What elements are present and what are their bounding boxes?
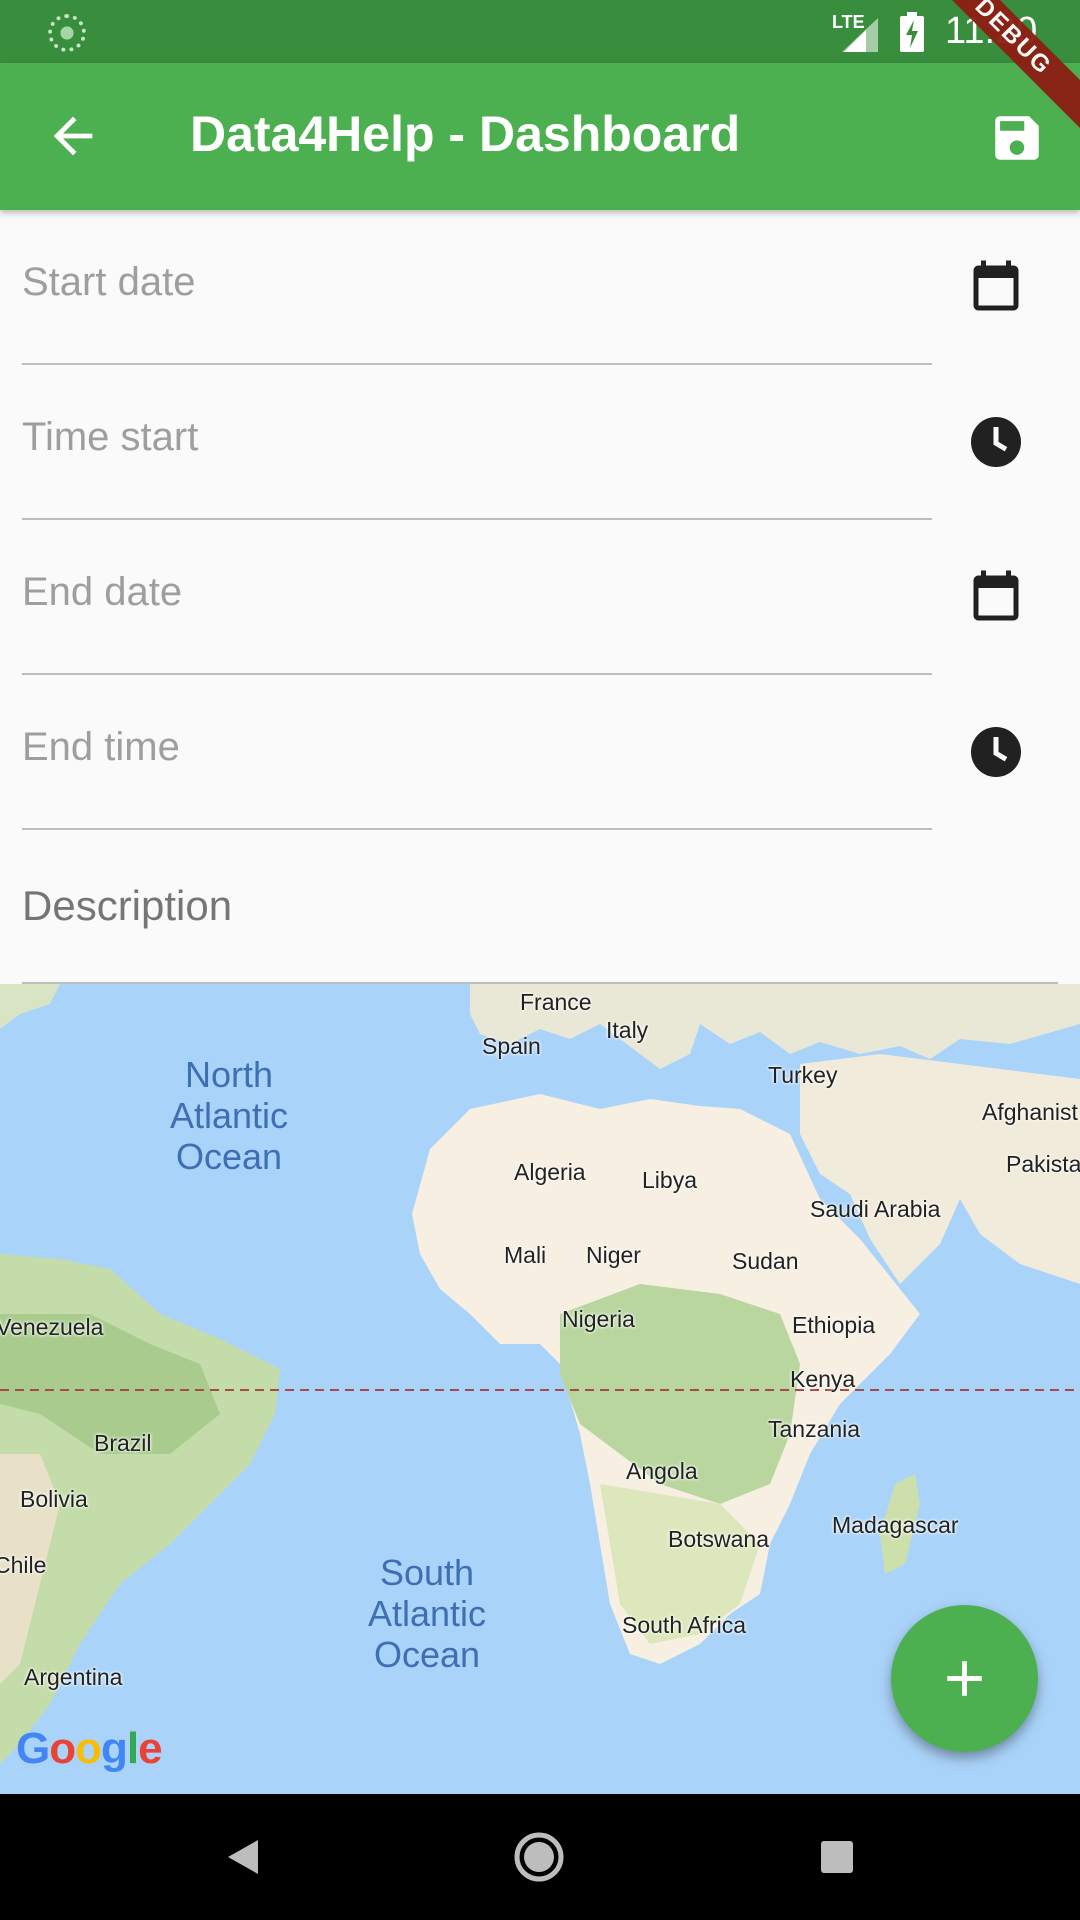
nav-back-icon[interactable] — [210, 1824, 276, 1890]
ocean-label: North Atlantic Ocean — [170, 1054, 289, 1177]
country-label: Italy — [606, 1017, 649, 1043]
save-icon[interactable] — [988, 109, 1046, 167]
time-start-field[interactable]: Time start — [22, 365, 932, 520]
country-label: Algeria — [514, 1159, 586, 1185]
clock-icon[interactable] — [966, 412, 1026, 472]
country-label: Niger — [586, 1242, 641, 1268]
signal-icon — [842, 18, 878, 52]
status-bar: LTE 11:20 — [0, 0, 1080, 63]
country-label: France — [520, 989, 592, 1015]
page-title: Data4Help - Dashboard — [190, 106, 741, 162]
description-field[interactable]: Description — [22, 830, 1058, 984]
battery-charging-icon — [900, 12, 924, 52]
start-date-placeholder: Start date — [22, 260, 196, 304]
country-label: Libya — [642, 1167, 697, 1193]
country-label: South Africa — [622, 1612, 747, 1638]
country-label: Argentina — [24, 1664, 123, 1690]
country-label: Turkey — [768, 1062, 838, 1088]
nav-recents-icon[interactable] — [804, 1824, 870, 1890]
country-label: Spain — [482, 1033, 541, 1059]
clock-icon[interactable] — [966, 722, 1026, 782]
country-label: Botswana — [668, 1526, 770, 1552]
calendar-icon[interactable] — [966, 258, 1026, 318]
country-label: Saudi Arabia — [810, 1196, 941, 1222]
end-date-field[interactable]: End date — [22, 520, 932, 675]
country-label: Pakista — [1006, 1151, 1080, 1177]
nav-home-icon[interactable] — [506, 1824, 572, 1890]
country-label: Brazil — [94, 1430, 152, 1456]
back-arrow-icon[interactable] — [44, 107, 102, 165]
end-time-placeholder: End time — [22, 725, 180, 769]
google-logo: Google — [16, 1724, 163, 1773]
time-start-placeholder: Time start — [22, 415, 199, 459]
country-label: Tanzania — [768, 1416, 861, 1442]
country-label: Mali — [504, 1242, 547, 1268]
country-label: Venezuela — [0, 1314, 104, 1340]
loading-spinner-icon — [48, 14, 86, 52]
start-date-field[interactable]: Start date — [22, 210, 932, 365]
country-label: Chile — [0, 1552, 47, 1578]
country-label: Kenya — [790, 1366, 856, 1392]
plus-icon — [947, 1661, 982, 1696]
country-label: Afghanist — [982, 1099, 1078, 1125]
country-label: Sudan — [732, 1248, 799, 1274]
calendar-icon[interactable] — [966, 568, 1026, 628]
navigation-bar — [0, 1794, 1080, 1920]
end-date-placeholder: End date — [22, 570, 183, 614]
country-label: Madagascar — [832, 1512, 959, 1538]
ocean-label: South Atlantic Ocean — [368, 1552, 487, 1675]
description-placeholder: Description — [22, 882, 233, 929]
end-time-field[interactable]: End time — [22, 675, 932, 830]
country-label: Angola — [626, 1458, 698, 1484]
app-bar: Data4Help - Dashboard — [0, 63, 1080, 210]
country-label: Bolivia — [20, 1486, 88, 1512]
add-button[interactable] — [891, 1605, 1038, 1752]
country-label: Ethiopia — [792, 1312, 876, 1338]
country-label: Nigeria — [562, 1306, 635, 1332]
